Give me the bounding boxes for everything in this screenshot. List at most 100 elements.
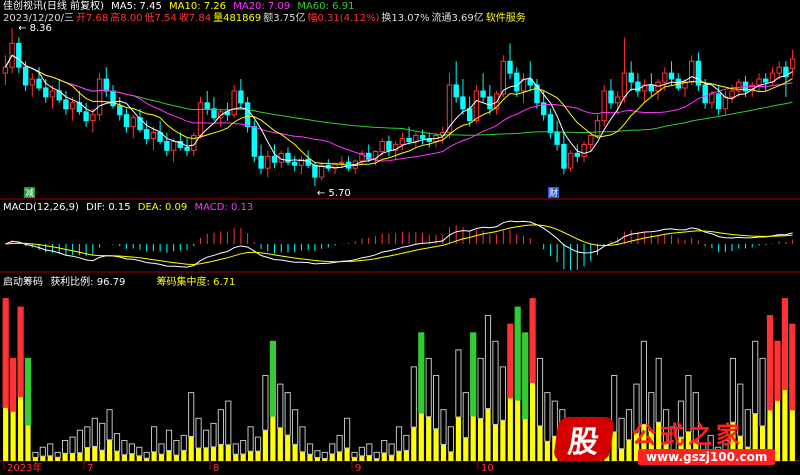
chip-bar-base (396, 451, 402, 461)
chip-bar-top (84, 426, 91, 448)
chip-bar-top (447, 426, 454, 453)
candle-body (554, 132, 560, 145)
chip-bar-top (173, 440, 180, 456)
chip-bar-top (477, 357, 484, 419)
event-badge-label: 财 (549, 187, 558, 199)
candle-body (722, 96, 729, 110)
candle-body (204, 102, 210, 110)
candle-body (43, 87, 49, 98)
chip-bar-top (484, 315, 492, 410)
chip-bar-base (492, 424, 499, 461)
chip-bar-top (225, 400, 232, 446)
chart-window: ← 8.36 ← 5.70 减财 2023年 7 8 9 10 佳创视讯(日线 前复权) M… (0, 0, 800, 475)
chip-bar-top (774, 340, 781, 401)
chip-bar-top (514, 306, 521, 401)
chip-bar-top (507, 323, 514, 399)
chip-bar-base (69, 453, 76, 461)
candle-body (63, 99, 69, 110)
candle-body (231, 90, 237, 116)
candle-body (594, 120, 601, 136)
candle-body (117, 105, 123, 116)
chip-bar-top (329, 443, 336, 455)
candle-body (211, 108, 217, 119)
chip-bar-top (262, 375, 269, 431)
chip-bar-top (306, 443, 314, 455)
chip-bar-base (478, 418, 484, 461)
candle-body (756, 78, 762, 86)
quote-field: 软件服务 (485, 13, 526, 24)
chip-bar-top (277, 383, 284, 429)
chip-bar-base (359, 455, 365, 461)
chip-bar-top (344, 417, 351, 449)
chip-bar-base (285, 435, 291, 461)
chip-bar-base (515, 400, 521, 461)
candle-body (29, 78, 36, 86)
chip-bar-base (463, 437, 469, 461)
chip-bar-top (366, 443, 373, 456)
watermark-logo: 股 (552, 417, 616, 461)
chip-bar-top (655, 357, 662, 423)
candle-body (763, 78, 769, 83)
chip-bar-top (39, 446, 46, 457)
chip-bar-base (403, 450, 409, 461)
chip-bar-base (218, 444, 224, 461)
chip-bar-base (344, 447, 350, 461)
chip-bar-base (329, 453, 335, 461)
chip-bar-top (351, 451, 358, 458)
quote-field: 高8.00 (110, 13, 143, 24)
chip-bar-base (507, 397, 513, 461)
chip-bar-base (433, 428, 439, 461)
watermark-url: www.gszj100.com (638, 449, 776, 465)
chip-bar-base (203, 447, 209, 461)
candle-body (588, 135, 594, 145)
watermark-text: 公式之家 (632, 420, 744, 449)
candle-body (689, 60, 695, 83)
chip-bar-top (440, 409, 447, 445)
chip-bar-base (181, 450, 187, 461)
chip-bar-top (151, 426, 158, 453)
chip-bar-top (358, 446, 365, 457)
candle-body (648, 84, 654, 92)
chip-bar-top (203, 429, 210, 449)
chip-bar-base (440, 444, 447, 461)
chip-bar-top (462, 392, 469, 439)
candle-body (265, 155, 271, 169)
chip-title: 启动筹码 (3, 277, 43, 288)
ma60-line (4, 54, 793, 136)
candle-body (244, 102, 251, 128)
chip-bar-base (255, 451, 261, 461)
chip-bar-base (225, 444, 231, 461)
macd-title: MACD(12,26,9) (3, 202, 79, 213)
candle-body (399, 138, 406, 145)
candle-body (130, 117, 136, 128)
main-title-row: 佳创视讯(日线 前复权) MA5: 7.45 MA10: 7.26 MA20: … (3, 1, 358, 13)
candle-body (487, 96, 493, 110)
candle-body (514, 72, 520, 92)
chip-bar-top (284, 392, 291, 436)
chip-bar-base (485, 408, 491, 461)
candle-body (238, 90, 244, 104)
candle-body (49, 90, 56, 98)
x-axis-label: 2023年 (7, 461, 42, 474)
quote-field: 流通3.69亿 (431, 13, 484, 24)
chip-bar-base (351, 457, 358, 461)
main-title: 佳创视讯(日线 前复权) (3, 1, 104, 12)
chip-bar-base (99, 450, 105, 461)
x-axis-label: 7 (87, 463, 93, 474)
chip-bar-top (536, 357, 544, 427)
candle-body (2, 66, 9, 74)
quote-field: 低7.54 (144, 13, 177, 24)
chip-bar-top (217, 409, 225, 445)
chip-bar-base (151, 451, 157, 461)
chip-bar-base (55, 457, 61, 461)
chip-bar-base (129, 453, 135, 461)
chip-bar-top (381, 440, 388, 454)
stock-chart: ← 8.36← 5.70减财 2023年 7 8 9 10 (0, 23, 800, 474)
chip-bar-base (248, 451, 254, 461)
dif-label: DIF: 0.15 (86, 202, 131, 213)
chip-bar-top (418, 332, 425, 414)
candle-body (90, 114, 96, 122)
chip-bar-top (76, 429, 84, 454)
chip-bar-top (195, 417, 202, 449)
candle-body (251, 126, 258, 157)
